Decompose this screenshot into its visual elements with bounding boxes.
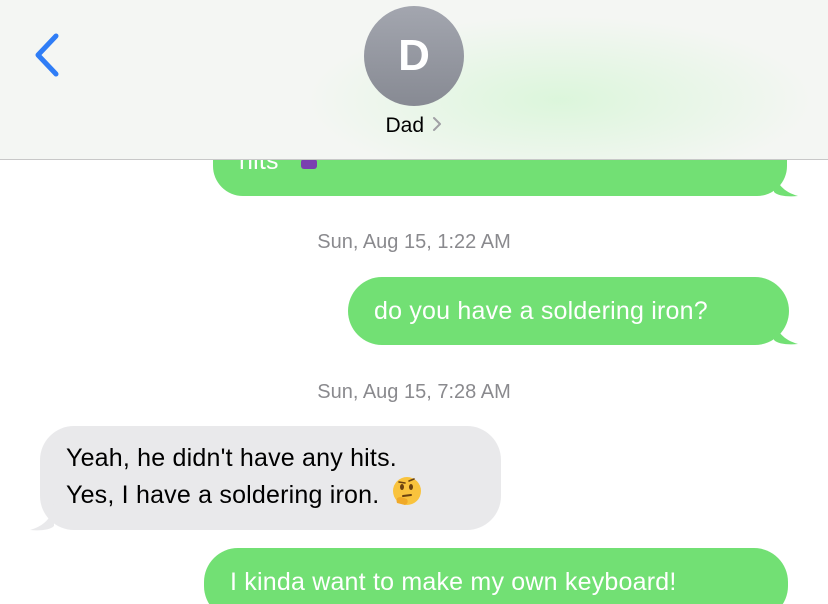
chevron-left-icon <box>35 33 59 77</box>
avatar-initial: D <box>398 31 430 80</box>
message-text-line-2: Yes, I have a soldering iron. <box>66 481 380 509</box>
contact-name-button[interactable]: Dad <box>0 114 828 138</box>
sent-bubble-tail <box>774 170 798 197</box>
sent-bubble-tail <box>774 318 798 345</box>
message-text: I kinda want to make my own keyboard! <box>230 568 677 596</box>
received-bubble-tail <box>30 504 54 531</box>
message-text: do you have a soldering iron? <box>374 297 708 325</box>
sent-message[interactable]: do you have a soldering iron? <box>348 277 789 345</box>
received-message[interactable]: Yeah, he didn't have any hits. Yes, I ha… <box>40 426 501 530</box>
conversation-header: D Dad <box>0 0 828 160</box>
sent-message[interactable]: I kinda want to make my own keyboard! <box>204 548 788 604</box>
back-button[interactable] <box>30 30 66 80</box>
thinking-face-icon <box>391 475 423 516</box>
avatar[interactable]: D <box>364 6 464 106</box>
timestamp: Sun, Aug 15, 7:28 AM <box>317 381 511 403</box>
timestamp: Sun, Aug 15, 1:22 AM <box>317 231 511 253</box>
chevron-right-icon <box>432 116 442 137</box>
message-text-line-1: Yeah, he didn't have any hits. <box>66 443 397 472</box>
contact-name: Dad <box>385 114 425 137</box>
